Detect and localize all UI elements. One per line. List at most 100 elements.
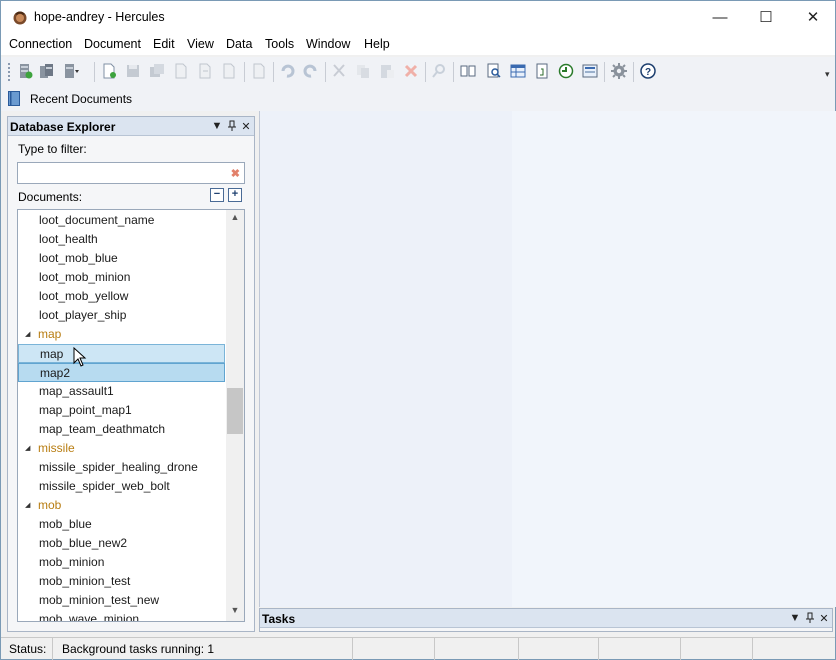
tree-item-row[interactable]: loot_player_ship [18,306,225,325]
toolbar-overflow-icon[interactable]: ▾ [825,69,830,80]
toolbar-separator [273,62,274,82]
tree-item-row[interactable]: missile_spider_web_bolt [18,477,225,496]
tree-item-row[interactable]: mob_blue [18,515,225,534]
tree-item-label: mob_minion [39,555,105,569]
database-menu-icon[interactable] [63,63,79,79]
new-document-icon[interactable] [101,63,117,79]
tree-item-row[interactable]: loot_health [18,230,225,249]
title-bar[interactable]: hope-andrey - Hercules — ☐ ✕ [1,1,835,33]
close-panel-icon[interactable]: ✕ [239,118,253,134]
save-icon[interactable] [125,63,141,79]
tree-item-row[interactable]: map_assault1 [18,382,225,401]
delete-icon[interactable] [403,63,419,79]
database-explorer-panel: Database Explorer ▼ ✕ Type to filter: ✖ … [7,116,255,632]
tree-item-row[interactable]: mob_minion_test_new [18,591,225,610]
window-title: hope-andrey - Hercules [34,10,165,24]
menu-edit[interactable]: Edit [153,37,175,51]
expand-arrow-icon[interactable]: ◢ [25,325,30,344]
copy-database-icon[interactable] [39,63,55,79]
toolbar-grip[interactable] [8,63,12,81]
toolbar: ? ▾ [1,57,835,87]
tree-item-label: map2 [40,366,71,380]
expand-arrow-icon[interactable]: ◢ [25,439,30,458]
settings-icon[interactable] [611,63,627,79]
expand-arrow-icon[interactable]: ◢ [25,496,30,515]
history-icon[interactable] [558,63,574,79]
preview-icon[interactable] [582,63,598,79]
tree-item-row[interactable]: loot_mob_yellow [18,287,225,306]
tree-item-label: loot_mob_minion [39,270,131,284]
expand-all-button[interactable]: + [228,188,242,202]
maximize-button[interactable]: ☐ [743,1,789,33]
document-tree[interactable]: loot_document_name loot_health loot_mob_bl… [17,209,245,622]
menu-data[interactable]: Data [226,37,252,51]
scroll-thumb[interactable] [227,388,243,434]
properties-icon[interactable] [251,63,267,79]
document-area[interactable] [259,111,836,607]
vertical-scrollbar[interactable]: ▲ ▼ [226,210,244,621]
minimize-button[interactable]: — [697,1,743,33]
tree-item-row[interactable]: mob_minion_test [18,572,225,591]
recent-documents-bar[interactable]: Recent Documents [1,87,835,111]
tree-item-row[interactable]: mob_blue_new2 [18,534,225,553]
copy-icon[interactable] [355,63,371,79]
menu-bar: Connection Document Edit View Data Tools… [1,33,835,55]
toolbar-separator [425,62,426,82]
tree-item-row[interactable]: loot_mob_minion [18,268,225,287]
status-cell-empty [353,638,435,660]
tree-item-row[interactable]: map_team_deathmatch [18,420,225,439]
tasks-header: Tasks ▼ ✕ [260,609,832,628]
pin-icon[interactable] [803,610,817,626]
close-panel-icon[interactable]: ✕ [817,610,831,626]
tree-item-label: loot_player_ship [39,308,127,322]
tree-item-row[interactable]: loot_document_name [18,211,225,230]
tree-item-row[interactable]: map_point_map1 [18,401,225,420]
tree-item-row[interactable]: missile_spider_healing_drone [18,458,225,477]
tree-group-row[interactable]: ◢ mob [18,496,225,515]
collapse-all-button[interactable]: − [210,188,224,202]
pin-icon[interactable] [225,118,239,134]
cut-icon[interactable] [331,63,347,79]
database-explorer-header: Database Explorer ▼ ✕ [8,117,254,136]
scroll-up-icon[interactable]: ▲ [226,212,244,226]
revert-icon[interactable] [221,63,237,79]
redo-icon[interactable] [303,63,319,79]
minimize-icon: — [712,8,728,26]
dropdown-icon[interactable]: ▼ [788,610,802,626]
tree-item-row[interactable]: mob_minion [18,553,225,572]
search-icon[interactable] [486,63,502,79]
tree-item-label: loot_document_name [39,213,155,227]
schema-icon[interactable] [534,63,550,79]
menu-window[interactable]: Window [306,37,350,51]
paste-icon[interactable] [379,63,395,79]
export-icon[interactable] [173,63,189,79]
menu-help[interactable]: Help [364,37,390,51]
dropdown-icon[interactable]: ▼ [210,118,224,134]
tree-item-row[interactable]: map2 [18,363,225,382]
tree-item-label: missile_spider_web_bolt [39,479,170,493]
save-all-icon[interactable] [149,63,165,79]
menu-connection[interactable]: Connection [9,37,72,51]
import-icon[interactable] [197,63,213,79]
tree-item-label: map [40,347,64,361]
grid-icon[interactable] [510,63,526,79]
menu-tools[interactable]: Tools [265,37,294,51]
status-cell-empty [599,638,681,660]
tree-item-row[interactable]: map [18,344,225,363]
scroll-down-icon[interactable]: ▼ [226,605,244,619]
menu-document[interactable]: Document [84,37,141,51]
tree-item-row[interactable]: loot_mob_blue [18,249,225,268]
tree-item-row[interactable]: mob_wave_minion [18,610,225,622]
find-icon[interactable] [431,63,447,79]
new-database-icon[interactable] [17,63,33,79]
tree-group-row[interactable]: ◢ missile [18,439,225,458]
clear-filter-icon[interactable]: ✖ [231,167,240,180]
tree-item-label: mob_wave_minion [39,612,140,622]
compare-icon[interactable] [460,63,476,79]
tree-group-row[interactable]: ◢ map [18,325,225,344]
filter-input[interactable]: ✖ [17,162,245,184]
close-window-button[interactable]: ✕ [790,1,836,33]
undo-icon[interactable] [279,63,295,79]
menu-view[interactable]: View [187,37,214,51]
help-icon[interactable]: ? [640,63,656,79]
